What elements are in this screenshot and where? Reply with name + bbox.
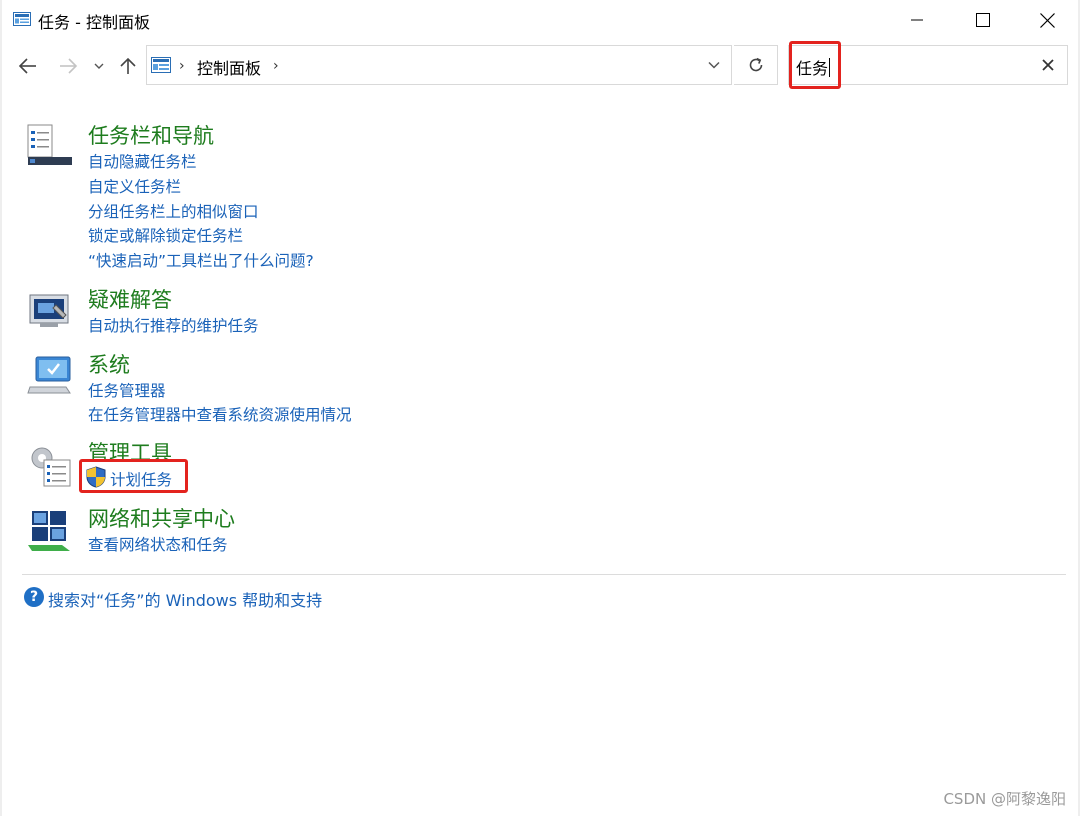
help-icon: ? (24, 587, 44, 607)
clear-search-button[interactable] (1039, 56, 1057, 74)
recent-locations-button[interactable] (89, 54, 109, 78)
arrow-left-icon (18, 58, 36, 74)
refresh-icon (749, 57, 762, 72)
network-icon (26, 507, 74, 555)
minimize-button[interactable] (884, 0, 950, 40)
search-highlight-box (789, 41, 841, 89)
close-window-button[interactable] (1014, 0, 1080, 40)
close-icon (1042, 59, 1054, 71)
task-link[interactable]: 查看网络状态和任务 (88, 533, 228, 555)
taskbar-icon (26, 123, 74, 171)
refresh-button[interactable] (734, 45, 778, 85)
task-link[interactable]: 在任务管理器中查看系统资源使用情况 (88, 403, 352, 425)
group-title-troubleshooting[interactable]: 疑难解答 (88, 284, 172, 314)
group-title-network[interactable]: 网络和共享中心 (88, 503, 235, 533)
task-link[interactable]: “快速启动”工具栏出了什么问题? (88, 249, 314, 271)
task-link[interactable]: 分组任务栏上的相似窗口 (88, 200, 259, 222)
system-computer-icon (26, 353, 74, 401)
control-panel-icon (151, 57, 171, 73)
task-link[interactable]: 锁定或解除锁定任务栏 (88, 224, 243, 246)
close-icon (1039, 12, 1055, 28)
maximize-button[interactable] (950, 0, 1016, 40)
control-panel-icon (13, 11, 31, 26)
window-title: 任务 - 控制面板 (38, 13, 150, 32)
forward-button[interactable] (56, 54, 80, 78)
scheduled-tasks-highlight-box (79, 459, 188, 493)
watermark: CSDN @阿黎逸阳 (943, 790, 1066, 808)
group-title-system[interactable]: 系统 (88, 349, 130, 379)
task-link[interactable]: 任务管理器 (88, 379, 166, 401)
task-link[interactable]: 自定义任务栏 (88, 175, 181, 197)
admin-tools-icon (26, 442, 74, 490)
address-bar[interactable]: › 控制面板 › (146, 45, 732, 85)
task-link[interactable]: 自动执行推荐的维护任务 (88, 314, 259, 336)
arrow-right-icon (60, 58, 78, 74)
task-link[interactable]: 自动隐藏任务栏 (88, 150, 197, 172)
chevron-down-icon (94, 63, 104, 69)
windows-help-link[interactable]: 搜索对“任务”的 Windows 帮助和支持 (48, 587, 322, 611)
divider (22, 574, 1066, 575)
minimize-icon (911, 19, 923, 21)
breadcrumb-separator-icon[interactable]: › (179, 58, 185, 74)
window-left-edge (0, 0, 2, 816)
back-button[interactable] (16, 54, 40, 78)
up-button[interactable] (116, 54, 140, 78)
address-history-button[interactable] (703, 54, 725, 76)
chevron-down-icon (708, 61, 720, 69)
title-bar: 任务 - 控制面板 (0, 0, 1080, 40)
breadcrumb-control-panel[interactable]: 控制面板 (197, 55, 261, 79)
arrow-up-icon (120, 57, 136, 74)
troubleshooting-icon (26, 289, 74, 337)
maximize-icon (976, 13, 990, 27)
group-title-taskbar[interactable]: 任务栏和导航 (88, 120, 214, 150)
breadcrumb-separator-icon[interactable]: › (273, 58, 279, 74)
